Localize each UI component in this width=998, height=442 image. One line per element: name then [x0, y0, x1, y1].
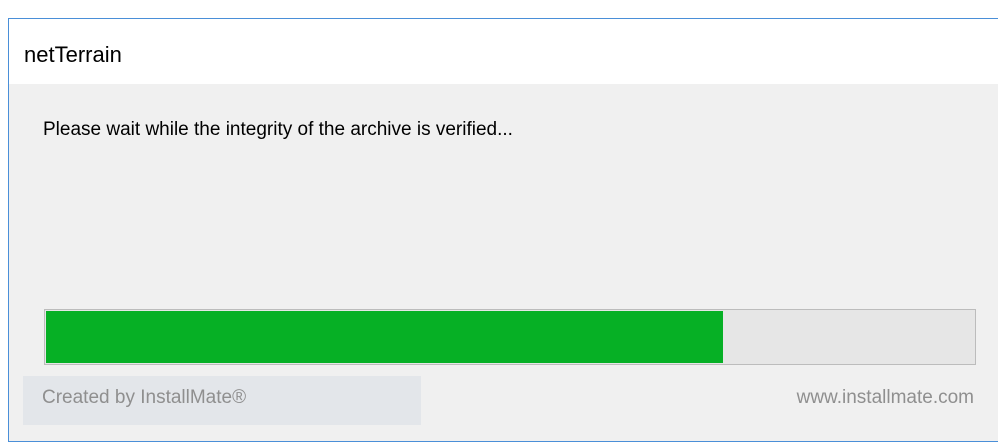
progress-bar-fill: [46, 311, 723, 363]
created-by-label: Created by InstallMate®: [42, 387, 247, 408]
status-message: Please wait while the integrity of the a…: [43, 119, 513, 140]
installer-dialog: netTerrain Please wait while the integri…: [8, 18, 998, 442]
window-title: netTerrain: [24, 42, 122, 67]
title-bar[interactable]: netTerrain: [9, 19, 998, 84]
progress-bar: [44, 309, 976, 365]
installmate-website-link[interactable]: www.installmate.com: [797, 387, 974, 409]
